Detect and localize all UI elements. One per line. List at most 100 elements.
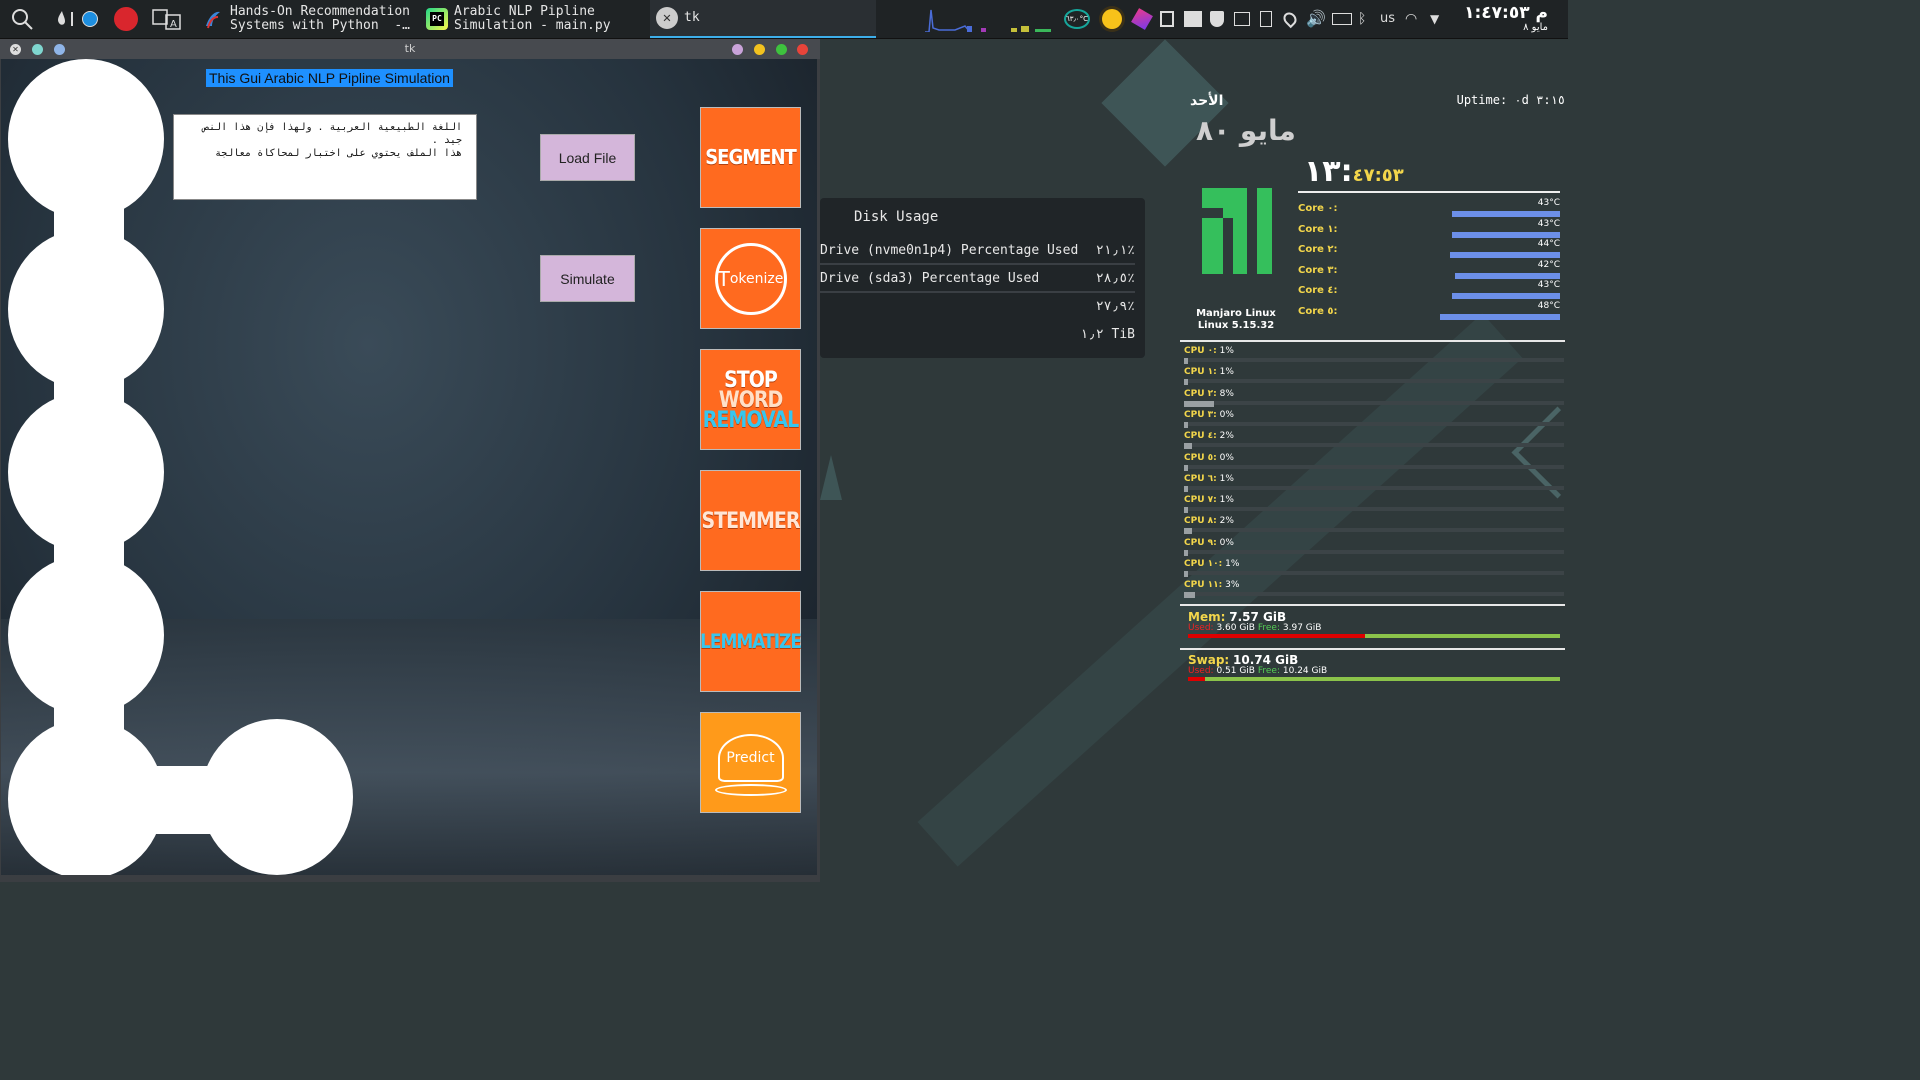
clipboard-icon[interactable] (1160, 11, 1174, 27)
maximize-icon[interactable] (776, 44, 787, 55)
app-icon[interactable] (114, 7, 138, 31)
volume-icon[interactable]: 🔊 (1306, 9, 1326, 29)
load-file-button[interactable]: Load File (540, 134, 635, 181)
x-window-icon: ✕ (656, 7, 678, 29)
cpu-bar-fill (1184, 443, 1192, 450)
disk-row: Drive (nvme0n1p4) Percentage Used ٢١٫١٪ (820, 243, 1135, 265)
cpu-value: 0% (1219, 452, 1234, 463)
app-canvas: This Gui Arabic NLP Pipline Simulation ا… (1, 59, 817, 875)
cpu-bar-track (1184, 507, 1564, 512)
cpu-label: CPU ٥: (1184, 452, 1217, 463)
memory-section: Mem: 7.57 GiB Used: 3.60 GiB Free: 3.97 … (1188, 610, 1560, 638)
cpu-bar-fill (1184, 400, 1214, 407)
cpu-usage-row: CPU ١: 1% (1184, 367, 1564, 386)
predict-button[interactable]: Predict (700, 712, 801, 813)
cpu-value: 1% (1219, 367, 1234, 378)
cpu-bar-fill (1184, 592, 1195, 599)
task-recommendation-book[interactable]: Hands-On Recommendation Systems with Pyt… (196, 0, 414, 38)
translate-icon[interactable]: A (152, 7, 182, 31)
cpu-bar-fill (1184, 464, 1188, 471)
task-pycharm[interactable]: PC Arabic NLP Pipline Simulation - main.… (420, 0, 645, 38)
cpu-bar-track (1184, 571, 1564, 575)
cpu-bar-track (1184, 421, 1564, 426)
disk-row: Drive (sda3) Percentage Used ٢٨٫٥٪ (820, 271, 1135, 293)
wifi-icon[interactable]: ◠ (1405, 9, 1425, 29)
core-temp-row: Core ٣: 42°C (1298, 260, 1560, 285)
clock[interactable]: م ١:٤٧:٥٣ مايو ٨ (1464, 4, 1548, 34)
decor-blob (8, 719, 164, 875)
app-title: This Gui Arabic NLP Pipline Simulation (206, 69, 453, 87)
disk-usage-heading: Disk Usage (854, 209, 939, 225)
shield-icon[interactable] (1210, 11, 1224, 27)
conky-time: ١٣:٤٧:٥٣ (1304, 154, 1404, 189)
cpu-temp-indicator[interactable]: ٦٣٫٠°C (1064, 9, 1090, 29)
disk-row-bar (820, 291, 1135, 293)
keep-above-icon[interactable] (732, 44, 743, 55)
search-icon[interactable] (10, 7, 34, 31)
disk-row: ٢٧٫٩٪ (820, 299, 1135, 319)
cpu-value: 1% (1219, 346, 1234, 356)
conky-day: الأحد (1190, 93, 1224, 109)
cube-app-icon[interactable] (1131, 8, 1153, 30)
conky-divider (1180, 648, 1565, 650)
conky-uptime: Uptime: ٠d ٣:١٥ (1456, 93, 1565, 107)
core-temp-bar (1452, 293, 1560, 299)
notes-icon[interactable] (1184, 11, 1202, 27)
tokenize-button[interactable]: Tokenize (700, 228, 801, 329)
core-label: Core ٣: (1298, 264, 1338, 276)
os-name: Manjaro Linux (1196, 308, 1276, 319)
terminal-icon[interactable] (1234, 12, 1250, 26)
cpu-bar-fill (1184, 358, 1188, 364)
weather-sun-icon[interactable] (1102, 9, 1122, 29)
cpu-usage-row: CPU ٥: 0% (1184, 452, 1564, 471)
cpu-usage-row: CPU ١١: 3% (1184, 580, 1564, 599)
cpu-value: 0% (1219, 537, 1234, 548)
battery-icon[interactable] (1332, 13, 1352, 25)
stemmer-button[interactable]: STEMMER (700, 470, 801, 571)
swap-free: 10.24 GiB (1282, 666, 1328, 676)
chevron-down-icon[interactable]: ▼ (1430, 9, 1450, 29)
keyboard-layout[interactable]: us (1380, 9, 1400, 29)
window-titlebar[interactable]: ✕ tk (0, 39, 820, 59)
cpu-bar-fill (1184, 421, 1188, 428)
simulate-button[interactable]: Simulate (540, 255, 635, 302)
cpu-usage-row: CPU ٤: 2% (1184, 431, 1564, 450)
pycharm-icon: PC (426, 8, 448, 30)
color-picker-icon[interactable] (50, 7, 74, 31)
cpu-usage-row: CPU ١٠: 1% (1184, 559, 1564, 577)
cpu-value: 1% (1219, 495, 1234, 506)
location-icon[interactable] (1280, 9, 1300, 29)
lemmatize-button[interactable]: LEMMATIZE (700, 591, 802, 692)
core-temp-row: Core ١: 43°C (1298, 219, 1560, 244)
swap-label: Swap: (1188, 653, 1230, 667)
cpu-value: 2% (1219, 431, 1234, 442)
segment-label: SEGMENT (705, 145, 797, 170)
decor-blob (8, 392, 164, 552)
task-label: Hands-On Recommendation Systems with Pyt… (230, 4, 411, 33)
core-temp-row: Core ٤: 43°C (1298, 280, 1560, 305)
core-label: Core ٠: (1298, 203, 1338, 214)
decor-blob (201, 719, 353, 875)
core-temp-value: 44°C (1537, 239, 1560, 249)
cpu-label: CPU ٣: (1184, 409, 1217, 420)
system-monitor-graph[interactable] (925, 6, 1055, 32)
task-tk[interactable]: ✕ tk (650, 0, 876, 38)
core-temp-row: Core ٢: 44°C (1298, 239, 1560, 264)
core-temp-value: 43°C (1537, 218, 1560, 229)
cpu-bar-fill (1184, 549, 1188, 556)
close-icon[interactable] (797, 44, 808, 55)
stop-word-removal-button[interactable]: STOP WORD REMOVAL (700, 349, 801, 450)
conky-time-minutes: ٤٧:٥٣ (1352, 165, 1404, 186)
clipboard-manager-icon[interactable] (1260, 11, 1272, 27)
minimize-icon[interactable] (754, 44, 765, 55)
wallpaper-triangle (820, 455, 842, 500)
mem-used: 3.60 GiB (1216, 623, 1255, 633)
core-label: Core ٤: (1298, 285, 1338, 296)
segment-button[interactable]: SEGMENT (700, 107, 801, 208)
bluetooth-icon[interactable]: ᛒ (1358, 9, 1370, 29)
disk-row: ١٫٢ TiB (820, 327, 1135, 347)
cpu-value: 2% (1219, 516, 1234, 527)
browser-icon (206, 11, 220, 29)
arabic-text-area[interactable]: اللغة الطبيعية العربية . ولهذا فإن هذا ا… (173, 114, 477, 200)
dock-indicator-icon[interactable] (82, 11, 98, 27)
